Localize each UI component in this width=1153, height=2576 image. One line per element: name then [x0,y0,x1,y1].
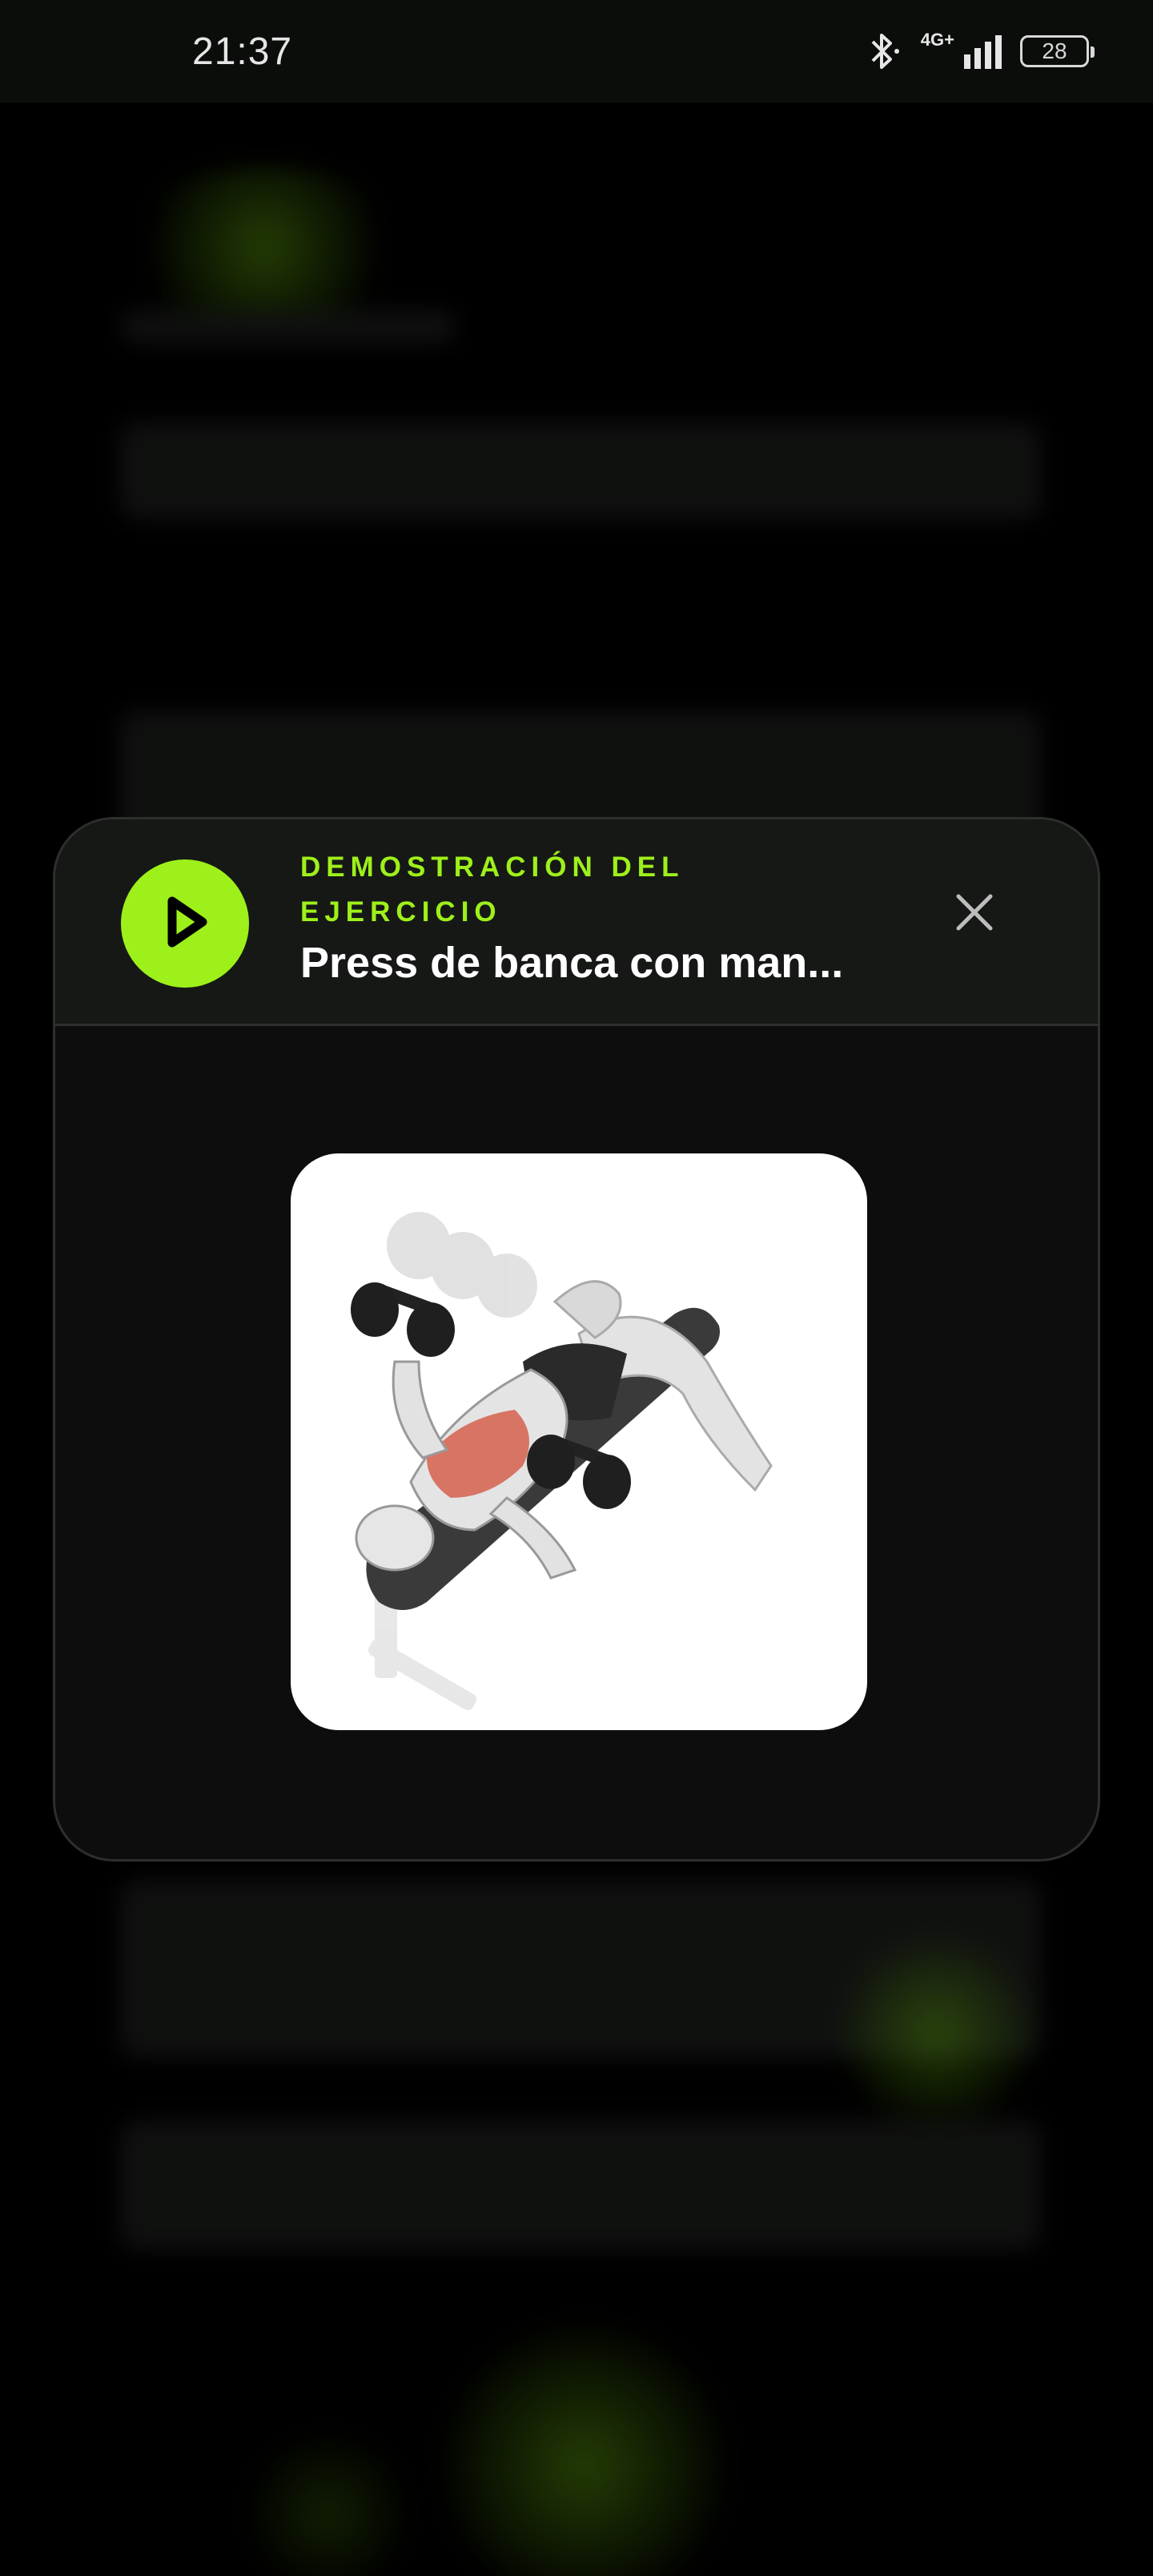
app-screen: 21:37 4G+ 28 DEMOSTRACIÓN DEL EJERCICIO … [0,0,1153,2576]
close-button[interactable] [942,882,1006,946]
play-icon [156,893,214,955]
status-time: 21:37 [192,30,293,73]
battery-level: 28 [1042,38,1067,63]
signal-strength-icon [962,34,1002,69]
exercise-title: Press de banca con man... [300,939,844,987]
battery-icon: 28 [1020,35,1095,67]
exercise-demo-modal: DEMOSTRACIÓN DEL EJERCICIO Press de banc… [53,817,1100,1862]
modal-kicker: DEMOSTRACIÓN DEL EJERCICIO [300,851,684,928]
close-icon [952,890,997,939]
modal-header: DEMOSTRACIÓN DEL EJERCICIO Press de banc… [55,819,1098,1026]
exercise-illustration [291,1153,867,1730]
status-bar: 21:37 4G+ 28 [0,0,1153,103]
network-type-label: 4G+ [920,30,954,50]
bluetooth-icon [866,30,903,72]
status-icons: 4G+ 28 [866,30,1095,72]
play-button[interactable] [121,859,249,988]
